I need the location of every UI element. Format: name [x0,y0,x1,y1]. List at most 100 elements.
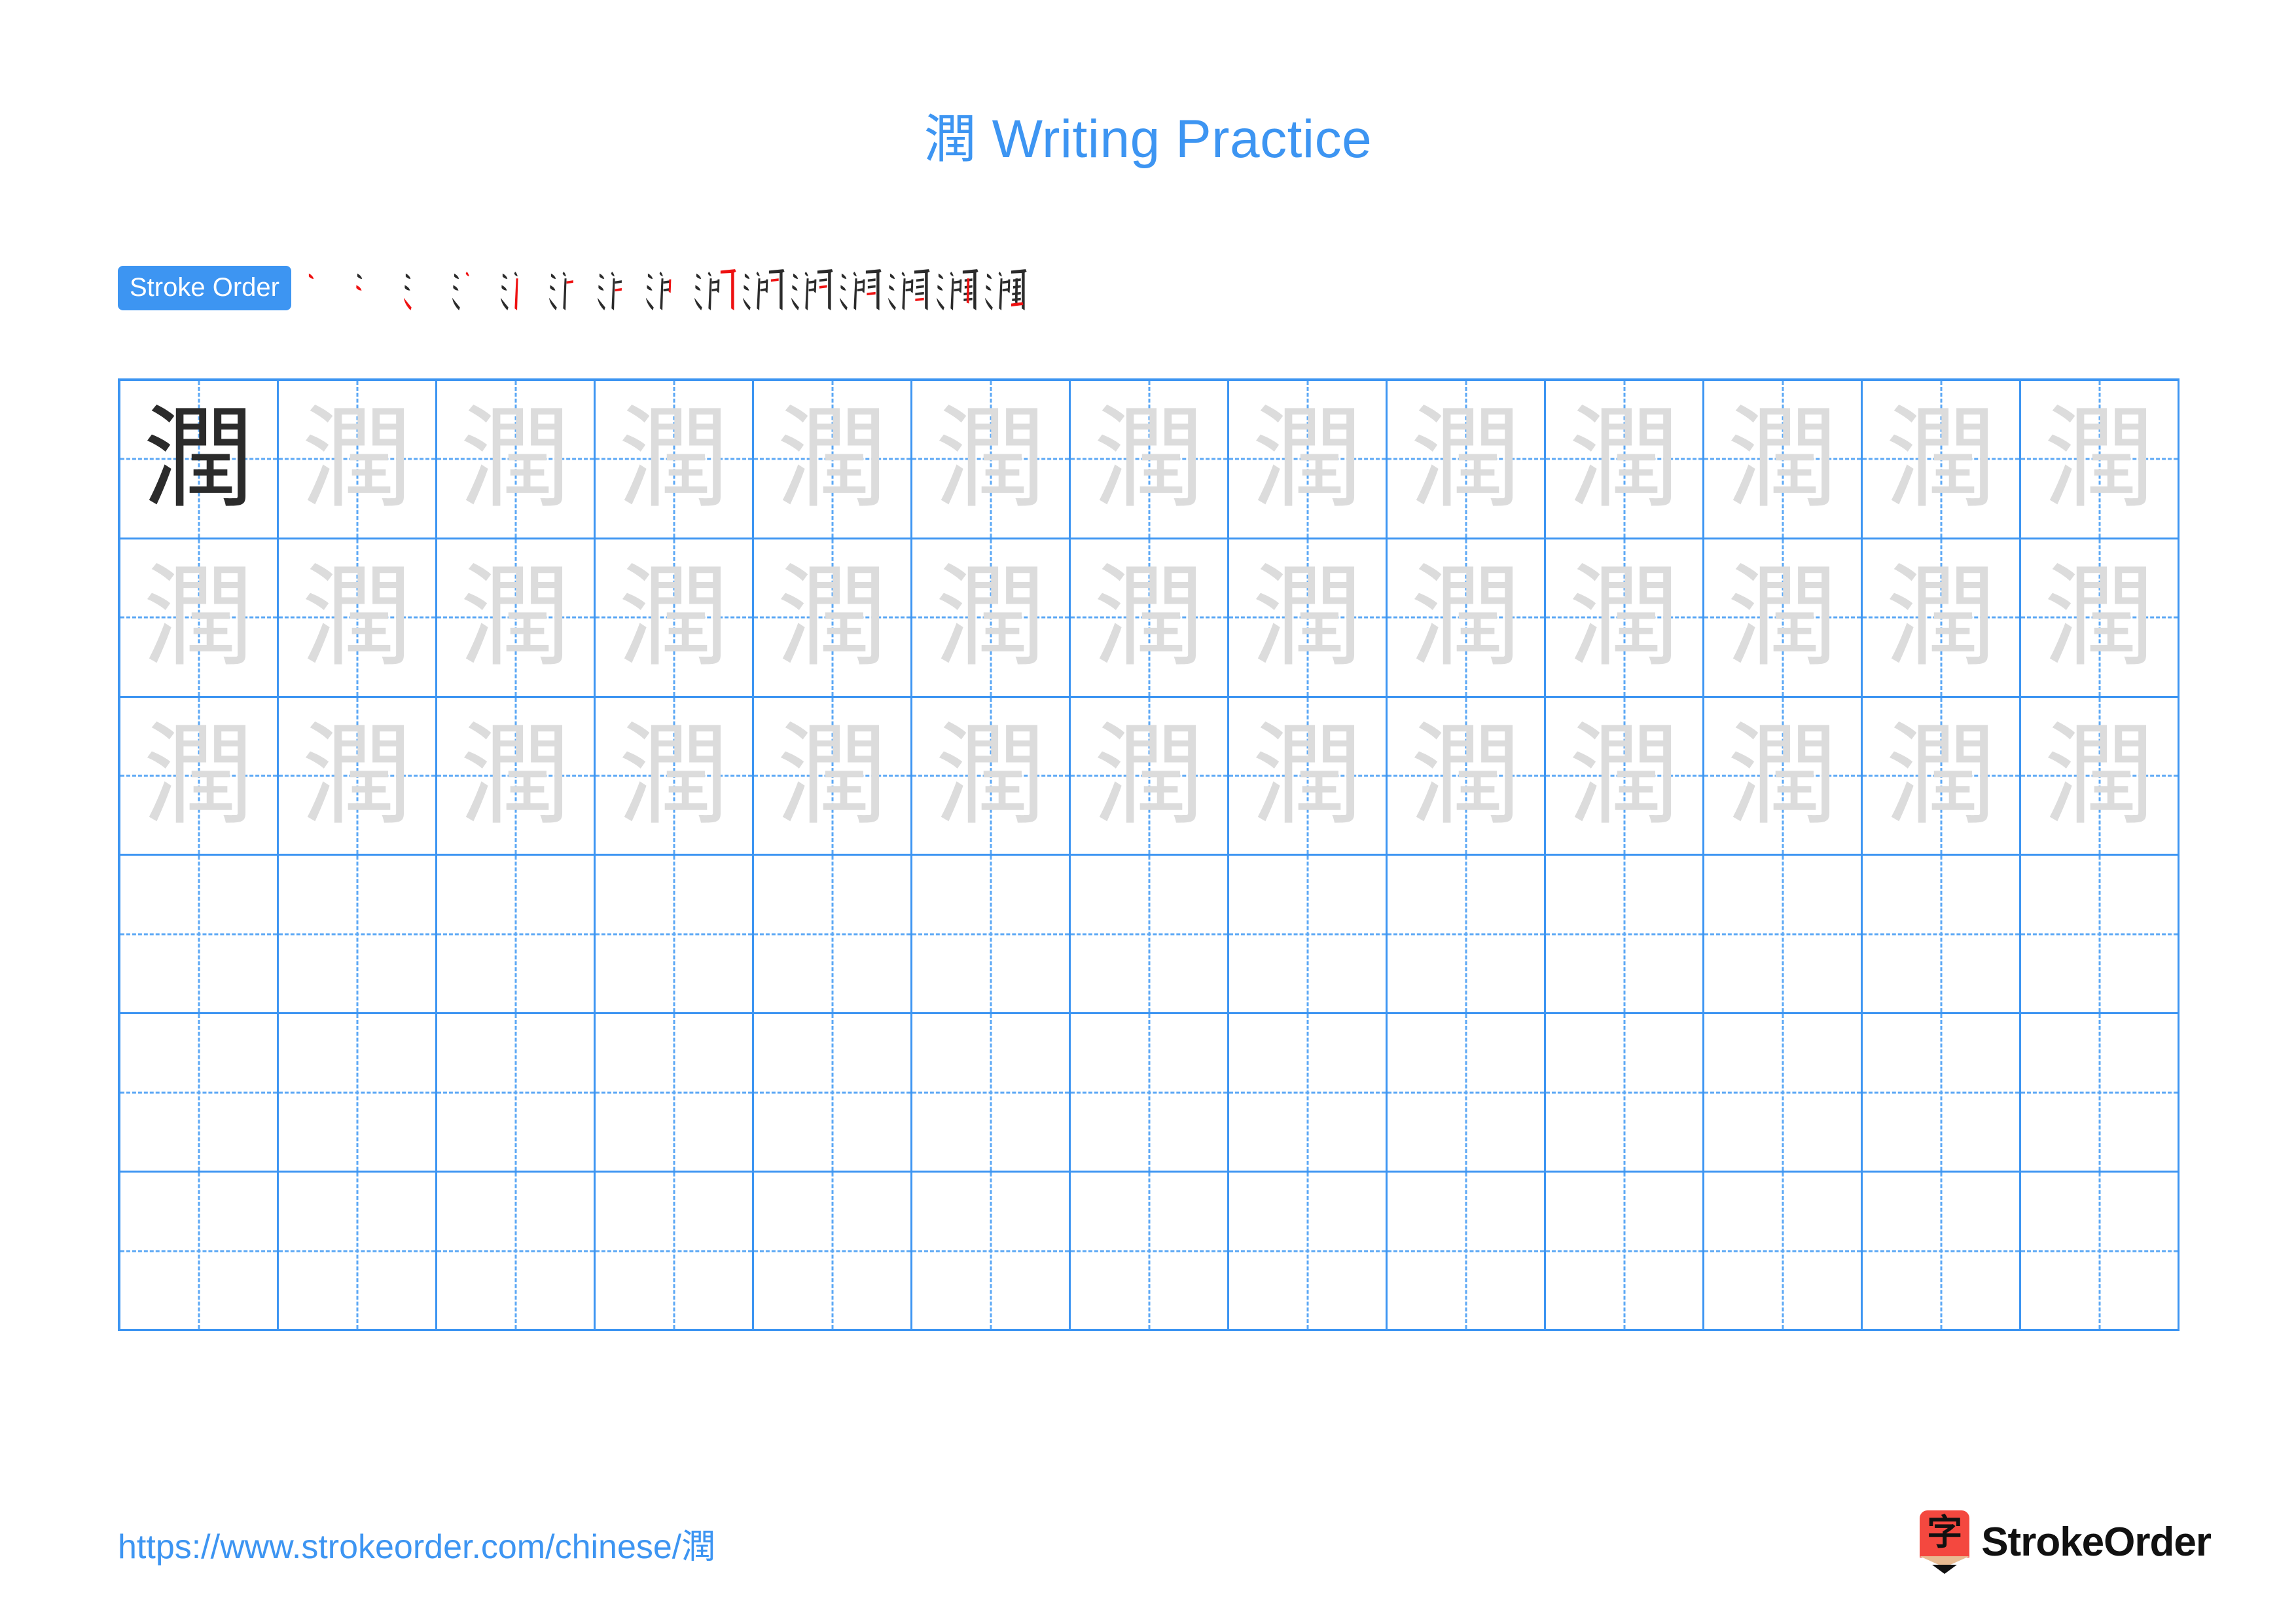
practice-cell[interactable] [912,1014,1071,1173]
practice-cell[interactable]: 潤 [1229,381,1388,539]
practice-cell[interactable]: 潤 [1071,697,1229,856]
cell-guide-horizontal [437,1250,594,1252]
practice-cell[interactable] [1863,1173,2021,1331]
practice-cell[interactable] [754,1014,912,1173]
practice-cell[interactable] [596,1173,754,1331]
practice-cell[interactable]: 潤 [912,697,1071,856]
practice-cell[interactable] [1704,1014,1863,1173]
practice-cell[interactable] [1546,1173,1704,1331]
practice-cell[interactable]: 潤 [437,697,596,856]
existing-stroke [1014,278,1018,304]
practice-cell[interactable]: 潤 [1704,381,1863,539]
practice-cell[interactable]: 潤 [1546,539,1704,698]
practice-cell[interactable] [1071,856,1229,1015]
cell-guide-vertical [673,1014,675,1171]
practice-cell[interactable] [279,856,437,1015]
practice-cell[interactable]: 潤 [754,381,912,539]
practice-cell[interactable] [120,1173,279,1331]
practice-cell[interactable]: 潤 [1229,697,1388,856]
practice-cell[interactable] [1863,1014,2021,1173]
practice-cell[interactable]: 潤 [2021,539,2179,698]
source-url[interactable]: https://www.strokeorder.com/chinese/潤 [118,1519,715,1568]
practice-cell[interactable] [1388,856,1546,1015]
practice-cell[interactable]: 潤 [437,381,596,539]
practice-cell[interactable] [437,1014,596,1173]
practice-cell[interactable] [437,856,596,1015]
practice-cell[interactable] [1388,1173,1546,1331]
practice-cell[interactable] [1229,1014,1388,1173]
practice-cell[interactable] [596,1014,754,1173]
practice-cell[interactable] [912,856,1071,1015]
practice-cell[interactable] [2021,856,2179,1015]
practice-cell[interactable]: 潤 [120,697,279,856]
practice-cell[interactable] [754,856,912,1015]
trace-character: 潤 [1568,394,1680,524]
practice-cell[interactable] [279,1014,437,1173]
practice-cell[interactable]: 潤 [120,539,279,698]
practice-cell[interactable] [1546,1014,1704,1173]
practice-cell[interactable]: 潤 [596,539,754,698]
practice-cell[interactable] [120,1014,279,1173]
practice-cell[interactable]: 潤 [1229,539,1388,698]
practice-cell[interactable]: 潤 [120,381,279,539]
existing-stroke [645,297,654,311]
practice-cell[interactable]: 潤 [2021,697,2179,856]
source-url-character: 潤 [681,1527,716,1567]
practice-cell[interactable]: 潤 [596,381,754,539]
practice-cell[interactable]: 潤 [1388,539,1546,698]
cell-guide-horizontal [1863,1250,2019,1252]
practice-cell[interactable]: 潤 [279,381,437,539]
cell-guide-horizontal [912,933,1069,936]
practice-cell[interactable]: 潤 [754,697,912,856]
practice-cell[interactable] [2021,1173,2179,1331]
existing-stroke [819,278,827,282]
practice-cell[interactable]: 潤 [1071,539,1229,698]
practice-cell[interactable]: 潤 [912,539,1071,698]
practice-cell[interactable]: 潤 [1388,381,1546,539]
practice-cell[interactable] [1704,1173,1863,1331]
cell-guide-horizontal [1229,1091,1386,1094]
practice-cell[interactable]: 潤 [1863,539,2021,698]
practice-cell[interactable]: 潤 [1071,381,1229,539]
practice-cell[interactable] [1229,856,1388,1015]
cell-guide-horizontal [1071,1250,1227,1252]
brand-logo-group[interactable]: 字 StrokeOrder [1920,1506,2212,1578]
practice-cell[interactable] [1071,1173,1229,1331]
practice-cell[interactable]: 潤 [279,539,437,698]
existing-stroke [889,273,895,279]
practice-cell[interactable]: 潤 [1704,697,1863,856]
practice-cell[interactable]: 潤 [1863,697,2021,856]
practice-cell[interactable] [1863,856,2021,1015]
practice-cell[interactable]: 潤 [1546,381,1704,539]
page-title-text: Writing Practice [977,109,1372,169]
practice-cell[interactable]: 潤 [912,381,1071,539]
practice-cell[interactable] [1704,856,1863,1015]
practice-cell[interactable] [1071,1014,1229,1173]
practice-cell[interactable] [754,1173,912,1331]
practice-cell[interactable] [437,1173,596,1331]
practice-cell[interactable]: 潤 [1388,697,1546,856]
practice-cell[interactable]: 潤 [754,539,912,698]
practice-cell[interactable] [2021,1014,2179,1173]
cell-guide-vertical [1465,1014,1467,1171]
existing-stroke [938,273,944,279]
practice-cell[interactable] [912,1173,1071,1331]
practice-cell[interactable] [279,1173,437,1331]
practice-cell[interactable]: 潤 [2021,381,2179,539]
practice-cell[interactable]: 潤 [1704,539,1863,698]
practice-cell[interactable]: 潤 [596,697,754,856]
cell-guide-vertical [1306,1014,1308,1171]
practice-cell[interactable]: 潤 [1546,697,1704,856]
practice-cell[interactable] [596,856,754,1015]
trace-character: 潤 [1568,711,1680,841]
existing-stroke [865,269,882,311]
practice-cell[interactable] [1546,856,1704,1015]
practice-cell[interactable]: 潤 [279,697,437,856]
practice-cell[interactable]: 潤 [1863,381,2021,539]
practice-cell[interactable] [120,856,279,1015]
stroke-order-step [545,255,594,321]
practice-cell[interactable] [1229,1173,1388,1331]
stroke-order-step [884,255,933,321]
practice-cell[interactable]: 潤 [437,539,596,698]
practice-cell[interactable] [1388,1014,1546,1173]
